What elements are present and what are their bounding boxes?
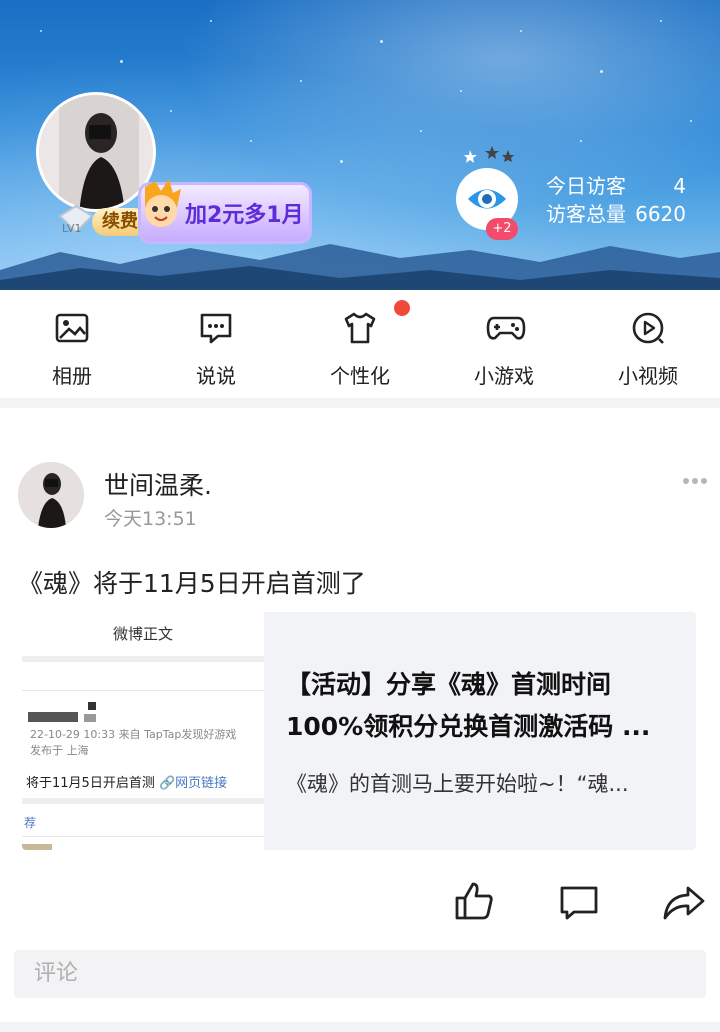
chat-bubble-icon: [200, 313, 232, 344]
visitor-stats: 今日访客 4 访客总量 6620: [546, 172, 686, 228]
like-icon[interactable]: [454, 880, 494, 922]
comment-icon[interactable]: [558, 884, 600, 922]
nav-label-personalize: 个性化: [330, 364, 390, 388]
level-text: LV1: [62, 222, 82, 235]
tshirt-icon: [344, 312, 376, 344]
thumb-footer: 荐: [24, 816, 37, 830]
gamepad-icon: [486, 316, 526, 340]
thumb-main: 将于11月5日开启首测: [26, 776, 155, 791]
mountains-silhouette: [0, 244, 720, 290]
stars-icon: [464, 146, 514, 163]
link-thumbnail: 微博正文 22-10-29 10:33 来自 TapTap发现好游戏 发布于 上…: [22, 612, 264, 850]
share-icon[interactable]: [662, 884, 706, 922]
nav-item-shortvideo[interactable]: 小视频: [576, 290, 720, 398]
blurred-username: [28, 712, 78, 722]
photo-album-icon: [55, 313, 89, 343]
section-divider: [0, 398, 720, 408]
link-icon: 🔗: [158, 776, 176, 791]
nav-label-album: 相册: [52, 364, 92, 388]
nav-item-personalize[interactable]: 个性化: [288, 290, 432, 398]
mascot-icon: [145, 179, 181, 227]
card-title-line-1: 【活动】分享《魂》首测时间: [286, 670, 612, 699]
post-content: 《魂》将于11月5日开启首测了: [18, 569, 366, 598]
vip-promo-banner[interactable]: 加2元多1月: [138, 179, 312, 244]
post-author-avatar[interactable]: [18, 462, 84, 528]
feature-nav: 相册 说说 个性化 小游戏 小视频: [0, 290, 720, 398]
thumb-header: 微博正文: [112, 625, 173, 643]
today-visitors-value: 4: [673, 174, 686, 198]
post-timestamp: 今天13:51: [104, 508, 197, 530]
nav-item-shuoshuo[interactable]: 说说: [144, 290, 288, 398]
post-author-name[interactable]: 世间温柔.: [104, 466, 212, 502]
card-title-line-2: 100%领积分兑换首测激活码 ...: [286, 712, 651, 741]
nav-label-minigame: 小游戏: [474, 364, 534, 388]
nav-item-album[interactable]: 相册: [0, 290, 144, 398]
card-description: 《魂》的首测马上要开始啦~！“魂...: [286, 772, 629, 796]
more-options-icon[interactable]: [682, 476, 708, 486]
play-circle-icon: [632, 312, 664, 344]
total-visitors-value: 6620: [635, 202, 686, 226]
shared-link-card[interactable]: 微博正文 22-10-29 10:33 来自 TapTap发现好游戏 发布于 上…: [22, 612, 696, 850]
nav-label-shuoshuo: 说说: [196, 364, 236, 388]
thumb-meta-2: 发布于 上海: [30, 744, 89, 757]
thumb-link-text: 网页链接: [175, 776, 228, 791]
visitor-button[interactable]: +2: [456, 146, 536, 242]
card-title: 【活动】分享《魂》首测时间 100%领积分兑换首测激活码 ...: [286, 664, 686, 748]
thumb-meta-1: 22-10-29 10:33 来自 TapTap发现好游戏: [30, 728, 237, 741]
today-visitors-label: 今日访客: [546, 174, 626, 198]
nav-label-shortvideo: 小视频: [618, 364, 678, 388]
visitor-increase-badge: +2: [486, 218, 518, 240]
section-divider-bottom: [0, 1022, 720, 1032]
notification-dot: [394, 300, 410, 316]
promo-text: 加2元多1月: [185, 203, 304, 228]
thumb-main-text: 将于11月5日开启首测 🔗网页链接: [26, 772, 227, 791]
nav-item-minigame[interactable]: 小游戏: [432, 290, 576, 398]
total-visitors-label: 访客总量: [546, 202, 626, 226]
comment-input[interactable]: 评论: [14, 950, 706, 998]
